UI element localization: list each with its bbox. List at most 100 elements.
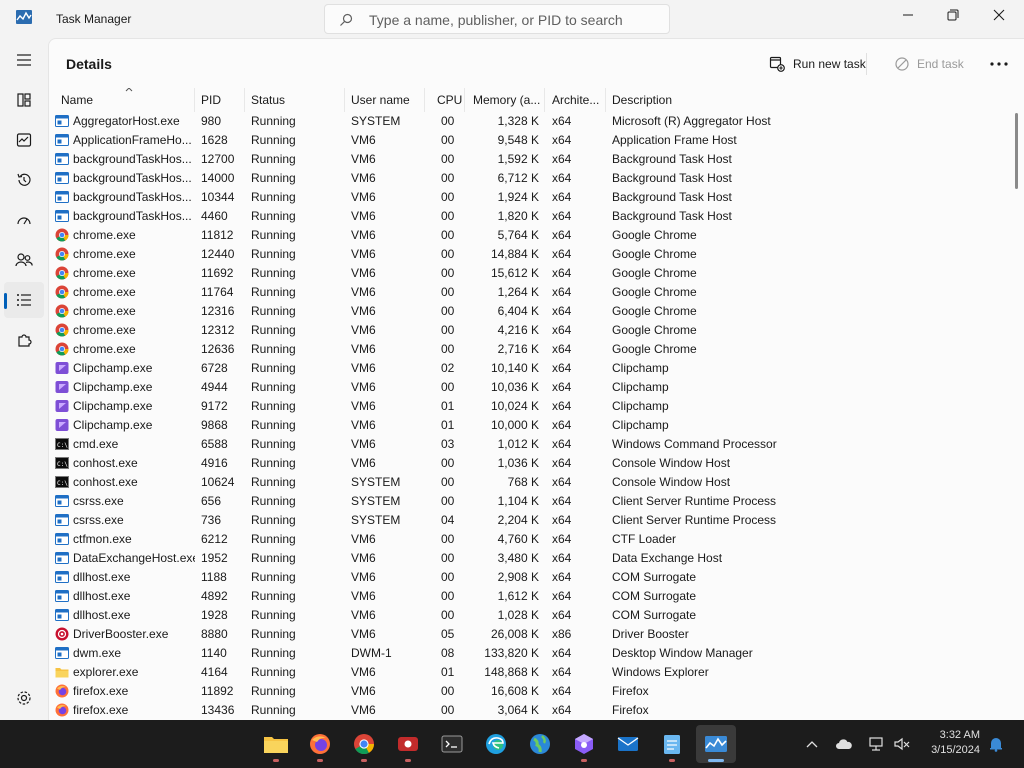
- table-row[interactable]: backgroundTaskHos... 12700 Running VM6 00 1,5…: [49, 150, 1009, 169]
- table-row[interactable]: C:\ conhost.exe 10624 Running SYSTEM 00 768 K x…: [49, 473, 1009, 492]
- end-task-button[interactable]: End task: [895, 51, 964, 77]
- taskbar-edge[interactable]: [476, 725, 516, 763]
- cell-user-name: VM6: [351, 608, 376, 622]
- hamburger-menu-button[interactable]: [4, 42, 44, 78]
- column-header-name[interactable]: Name: [55, 88, 195, 112]
- table-row[interactable]: Clipchamp.exe 6728 Running VM6 02 10,140 K x64…: [49, 359, 1009, 378]
- table-row[interactable]: dllhost.exe 1188 Running VM6 00 2,908 K x64 COM…: [49, 568, 1009, 587]
- cell-memory: 1,036 K: [497, 456, 539, 470]
- cell-status: Running: [251, 304, 296, 318]
- cell-memory: 9,548 K: [497, 133, 539, 147]
- cell-status: Running: [251, 190, 296, 204]
- nav-users[interactable]: [4, 242, 44, 278]
- taskbar-copilot[interactable]: [564, 725, 604, 763]
- close-button[interactable]: [976, 0, 1022, 30]
- taskbar-chrome[interactable]: [344, 725, 384, 763]
- cell-description: Application Frame Host: [612, 133, 737, 147]
- nav-services[interactable]: [4, 322, 44, 358]
- tray-network[interactable]: [866, 734, 886, 754]
- table-row[interactable]: backgroundTaskHos... 4460 Running VM6 00 1,82…: [49, 207, 1009, 226]
- table-row[interactable]: csrss.exe 656 Running SYSTEM 00 1,104 K x64 Cli…: [49, 492, 1009, 511]
- cell-architecture: x64: [552, 304, 572, 318]
- table-row[interactable]: DriverBooster.exe 8880 Running VM6 05 26,008 …: [49, 625, 1009, 644]
- table-row[interactable]: backgroundTaskHos... 10344 Running VM6 00 1,9…: [49, 188, 1009, 207]
- table-row[interactable]: dllhost.exe 1928 Running VM6 00 1,028 K x64 COM…: [49, 606, 1009, 625]
- table-row[interactable]: chrome.exe 12312 Running VM6 00 4,216 K x64 Goo…: [49, 321, 1009, 340]
- table-row[interactable]: Clipchamp.exe 9172 Running VM6 01 10,024 K x64…: [49, 397, 1009, 416]
- nav-performance[interactable]: [4, 122, 44, 158]
- cell-description: Firefox: [612, 684, 649, 698]
- search-input[interactable]: [369, 11, 659, 29]
- table-row[interactable]: chrome.exe 12316 Running VM6 00 6,404 K x64 Goo…: [49, 302, 1009, 321]
- tray-onedrive[interactable]: [834, 734, 854, 754]
- nav-startup-apps[interactable]: [4, 202, 44, 238]
- table-row[interactable]: chrome.exe 11764 Running VM6 00 1,264 K x64 Goo…: [49, 283, 1009, 302]
- table-row[interactable]: C:\ cmd.exe 6588 Running VM6 03 1,012 K x64 Wind…: [49, 435, 1009, 454]
- table-row[interactable]: chrome.exe 12440 Running VM6 00 14,884 K x64 Go…: [49, 245, 1009, 264]
- tray-volume[interactable]: [892, 734, 912, 754]
- table-row[interactable]: DataExchangeHost.exe 1952 Running VM6 00 3,48…: [49, 549, 1009, 568]
- running-indicator: [405, 759, 411, 762]
- chrome-icon: [55, 323, 69, 337]
- table-row[interactable]: dwm.exe 1140 Running DWM-1 08 133,820 K x64 Des…: [49, 644, 1009, 663]
- table-row[interactable]: explorer.exe 4164 Running VM6 01 148,868 K x64…: [49, 663, 1009, 682]
- cell-pid: 4164: [201, 665, 228, 679]
- taskbar-terminal[interactable]: [432, 725, 472, 763]
- taskbar-recorder[interactable]: [388, 725, 428, 763]
- cell-pid: 1188: [201, 570, 227, 584]
- app-window-icon: [55, 647, 69, 659]
- table-row[interactable]: ApplicationFrameHo... 1628 Running VM6 00 9,5…: [49, 131, 1009, 150]
- taskbar-firefox[interactable]: [300, 725, 340, 763]
- table-row[interactable]: chrome.exe 11692 Running VM6 00 15,612 K x64 Go…: [49, 264, 1009, 283]
- column-header-memory[interactable]: Memory (a...: [467, 88, 545, 112]
- table-row[interactable]: Clipchamp.exe 9868 Running VM6 01 10,000 K x64…: [49, 416, 1009, 435]
- column-header-cpu[interactable]: CPU: [431, 88, 465, 112]
- more-options-button[interactable]: [985, 51, 1013, 77]
- maximize-button[interactable]: [930, 0, 976, 30]
- task-manager-icon: [16, 10, 32, 24]
- taskbar-mail[interactable]: [608, 725, 648, 763]
- tray-overflow-button[interactable]: [802, 734, 822, 754]
- cell-cpu: 00: [441, 380, 455, 394]
- minimize-button[interactable]: [885, 0, 931, 30]
- table-row[interactable]: firefox.exe 11892 Running VM6 00 16,608 K x64 F…: [49, 682, 1009, 701]
- cell-name: firefox.exe: [73, 684, 129, 698]
- column-header-pid[interactable]: PID: [195, 88, 245, 112]
- search-box[interactable]: [324, 4, 670, 34]
- table-row[interactable]: ctfmon.exe 6212 Running VM6 00 4,760 K x64 CTF …: [49, 530, 1009, 549]
- table-row[interactable]: C:\ conhost.exe 4916 Running VM6 00 1,036 K x64…: [49, 454, 1009, 473]
- column-header-status[interactable]: Status: [245, 88, 345, 112]
- column-header-architecture[interactable]: Archite...: [546, 88, 606, 112]
- taskbar: 3:32 AM 3/15/2024: [0, 720, 1024, 768]
- task-manager-icon: [705, 736, 727, 752]
- table-row[interactable]: AggregatorHost.exe 980 Running SYSTEM 00 1,32…: [49, 112, 1009, 131]
- svg-text:C:\: C:\: [57, 442, 68, 449]
- column-header-description[interactable]: Description: [606, 88, 1006, 112]
- table-row[interactable]: backgroundTaskHos... 14000 Running VM6 00 6,7…: [49, 169, 1009, 188]
- app-window-icon: [55, 533, 69, 545]
- taskbar-maps[interactable]: [520, 725, 560, 763]
- cell-name: conhost.exe: [73, 456, 138, 470]
- cell-name: conhost.exe: [73, 475, 138, 489]
- nav-details[interactable]: [4, 282, 44, 318]
- vertical-scrollbar[interactable]: [1015, 113, 1018, 189]
- table-row[interactable]: Clipchamp.exe 4944 Running VM6 00 10,036 K x64…: [49, 378, 1009, 397]
- column-header-user-name[interactable]: User name: [345, 88, 425, 112]
- table-row[interactable]: firefox.exe 13436 Running VM6 00 3,064 K x64 Fi…: [49, 701, 1009, 720]
- network-icon: [869, 737, 883, 751]
- nav-app-history[interactable]: [4, 162, 44, 198]
- taskbar-file-explorer[interactable]: [256, 725, 296, 763]
- notifications-button[interactable]: [986, 734, 1006, 754]
- cell-status: Running: [251, 114, 296, 128]
- run-new-task-button[interactable]: Run new task: [769, 51, 866, 77]
- taskbar-task-manager[interactable]: [696, 725, 736, 763]
- taskbar-notepad[interactable]: [652, 725, 692, 763]
- table-row[interactable]: csrss.exe 736 Running SYSTEM 04 2,204 K x64 Cli…: [49, 511, 1009, 530]
- cell-architecture: x64: [552, 380, 572, 394]
- settings-button[interactable]: [12, 686, 36, 710]
- system-clock[interactable]: 3:32 AM 3/15/2024: [920, 728, 980, 758]
- nav-processes[interactable]: [4, 82, 44, 118]
- table-row[interactable]: chrome.exe 12636 Running VM6 00 2,716 K x64 Goo…: [49, 340, 1009, 359]
- table-row[interactable]: dllhost.exe 4892 Running VM6 00 1,612 K x64 COM…: [49, 587, 1009, 606]
- table-row[interactable]: chrome.exe 11812 Running VM6 00 5,764 K x64 Goo…: [49, 226, 1009, 245]
